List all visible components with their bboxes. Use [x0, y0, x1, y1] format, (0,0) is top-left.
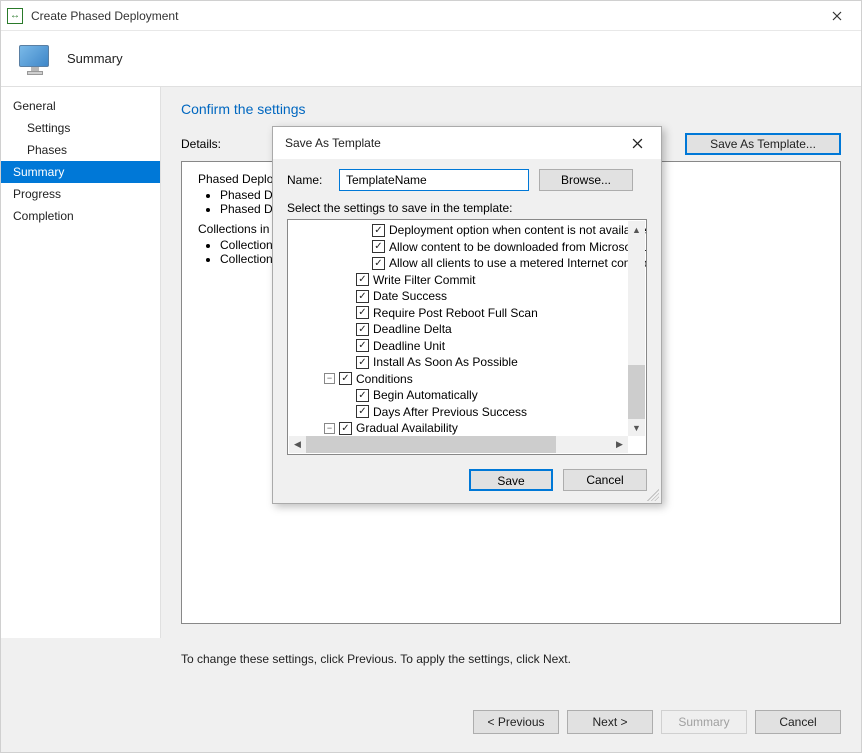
tree-checkbox[interactable]: ✓	[356, 389, 369, 402]
vertical-scrollbar[interactable]: ▲ ▼	[628, 221, 645, 436]
tree-node[interactable]: ✓ Write Filter Commit	[292, 272, 642, 289]
tree-node[interactable]: ✓Allow content to be downloaded from Mic…	[292, 239, 642, 256]
scroll-down-icon[interactable]: ▼	[628, 419, 645, 436]
tree-node-label: Allow all clients to use a metered Inter…	[389, 256, 647, 270]
tree-node-label: Allow content to be downloaded from Micr…	[389, 240, 647, 254]
settings-tree[interactable]: ✓ Deployment option when content is not a…	[287, 219, 647, 455]
save-as-template-button[interactable]: Save As Template...	[685, 133, 841, 155]
settings-tree-wrap: ✓ Deployment option when content is not a…	[287, 219, 647, 455]
tree-checkbox[interactable]: ✓	[372, 224, 385, 237]
tree-node[interactable]: ✓ Install As Soon As Possible	[292, 354, 642, 371]
dialog-title: Save As Template	[285, 136, 617, 150]
tree-expander-icon[interactable]: −	[324, 423, 335, 434]
tree-checkbox[interactable]: ✓	[356, 405, 369, 418]
scroll-left-icon[interactable]: ◀	[289, 436, 306, 453]
tree-node[interactable]: ✓ Deadline Unit	[292, 338, 642, 355]
sidebar-item-general[interactable]: General	[1, 95, 160, 117]
save-as-template-dialog: Save As Template Name: Browse... Select …	[272, 126, 662, 504]
horizontal-scrollbar[interactable]: ◀ ▶	[289, 436, 628, 453]
tree-checkbox[interactable]: ✓	[356, 339, 369, 352]
computer-icon	[19, 45, 53, 73]
tree-checkbox[interactable]: ✓	[356, 306, 369, 319]
tree-node-label: Begin Automatically	[373, 388, 478, 402]
tree-node-label: Deadline Delta	[373, 322, 452, 336]
tree-node-label: Gradual Availability	[356, 421, 458, 435]
resize-grip-icon[interactable]	[647, 489, 659, 501]
scroll-thumb[interactable]	[306, 436, 556, 453]
sidebar-item-progress[interactable]: Progress	[1, 183, 160, 205]
tree-checkbox[interactable]: ✓	[372, 257, 385, 270]
footer: To change these settings, click Previous…	[1, 638, 861, 752]
scroll-right-icon[interactable]: ▶	[611, 436, 628, 453]
scroll-up-icon[interactable]: ▲	[628, 221, 645, 238]
sidebar-item-settings[interactable]: Settings	[1, 117, 160, 139]
tree-node[interactable]: −✓ Conditions	[292, 371, 642, 388]
tree-node[interactable]: ✓Deployment option when content is not a…	[292, 222, 642, 239]
tree-node[interactable]: ✓ Require Post Reboot Full Scan	[292, 305, 642, 322]
tree-node-label: Conditions	[356, 372, 413, 386]
banner-title: Summary	[67, 51, 123, 66]
sidebar-item-phases[interactable]: Phases	[1, 139, 160, 161]
close-icon	[832, 11, 842, 21]
name-row: Name: Browse...	[287, 169, 647, 191]
tree-node-label: Install As Soon As Possible	[373, 355, 518, 369]
titlebar: ↔ Create Phased Deployment	[1, 1, 861, 31]
select-settings-label: Select the settings to save in the templ…	[287, 201, 647, 215]
page-heading: Confirm the settings	[181, 101, 841, 117]
tree-node-label: Deadline Unit	[373, 339, 445, 353]
dialog-close-button[interactable]	[617, 128, 657, 158]
tree-node-label: Require Post Reboot Full Scan	[373, 306, 538, 320]
scroll-thumb[interactable]	[628, 365, 645, 419]
close-icon	[632, 138, 643, 149]
banner: Summary	[1, 31, 861, 87]
dialog-actions: Save Cancel	[287, 469, 647, 491]
dialog-titlebar: Save As Template	[273, 127, 661, 159]
tree-node[interactable]: ✓Allow all clients to use a metered Inte…	[292, 255, 642, 272]
tree-node-label: Days After Previous Success	[373, 405, 527, 419]
sidebar-item-completion[interactable]: Completion	[1, 205, 160, 227]
tree-checkbox[interactable]: ✓	[372, 240, 385, 253]
window-title: Create Phased Deployment	[31, 9, 815, 23]
cancel-button[interactable]: Cancel	[755, 710, 841, 734]
close-window-button[interactable]	[815, 2, 859, 30]
tree-checkbox[interactable]: ✓	[356, 323, 369, 336]
tree-checkbox[interactable]: ✓	[339, 372, 352, 385]
summary-button: Summary	[661, 710, 747, 734]
app-icon: ↔	[7, 8, 23, 24]
tree-node[interactable]: ✓ Days After Previous Success	[292, 404, 642, 421]
footer-note: To change these settings, click Previous…	[181, 652, 841, 666]
tree-expander-icon[interactable]: −	[324, 373, 335, 384]
tree-node[interactable]: −✓ Gradual Availability	[292, 420, 642, 437]
sidebar: GeneralSettingsPhasesSummaryProgressComp…	[1, 87, 161, 638]
tree-node-label: Date Success	[373, 289, 447, 303]
tree-node-label: Deployment option when content is not av…	[389, 223, 647, 237]
save-button[interactable]: Save	[469, 469, 553, 491]
dialog-body: Name: Browse... Select the settings to s…	[273, 159, 661, 503]
next-button[interactable]: Next >	[567, 710, 653, 734]
dialog-cancel-button[interactable]: Cancel	[563, 469, 647, 491]
tree-checkbox[interactable]: ✓	[356, 273, 369, 286]
tree-node[interactable]: ✓ Begin Automatically	[292, 387, 642, 404]
tree-checkbox[interactable]: ✓	[356, 356, 369, 369]
previous-button[interactable]: < Previous	[473, 710, 559, 734]
tree-checkbox[interactable]: ✓	[356, 290, 369, 303]
browse-button[interactable]: Browse...	[539, 169, 633, 191]
sidebar-item-summary[interactable]: Summary	[1, 161, 160, 183]
name-label: Name:	[287, 173, 329, 187]
footer-buttons: < Previous Next > Summary Cancel	[181, 710, 841, 734]
tree-checkbox[interactable]: ✓	[339, 422, 352, 435]
tree-node-label: Write Filter Commit	[373, 273, 475, 287]
template-name-input[interactable]	[339, 169, 529, 191]
tree-node[interactable]: ✓ Deadline Delta	[292, 321, 642, 338]
tree-node[interactable]: ✓ Date Success	[292, 288, 642, 305]
